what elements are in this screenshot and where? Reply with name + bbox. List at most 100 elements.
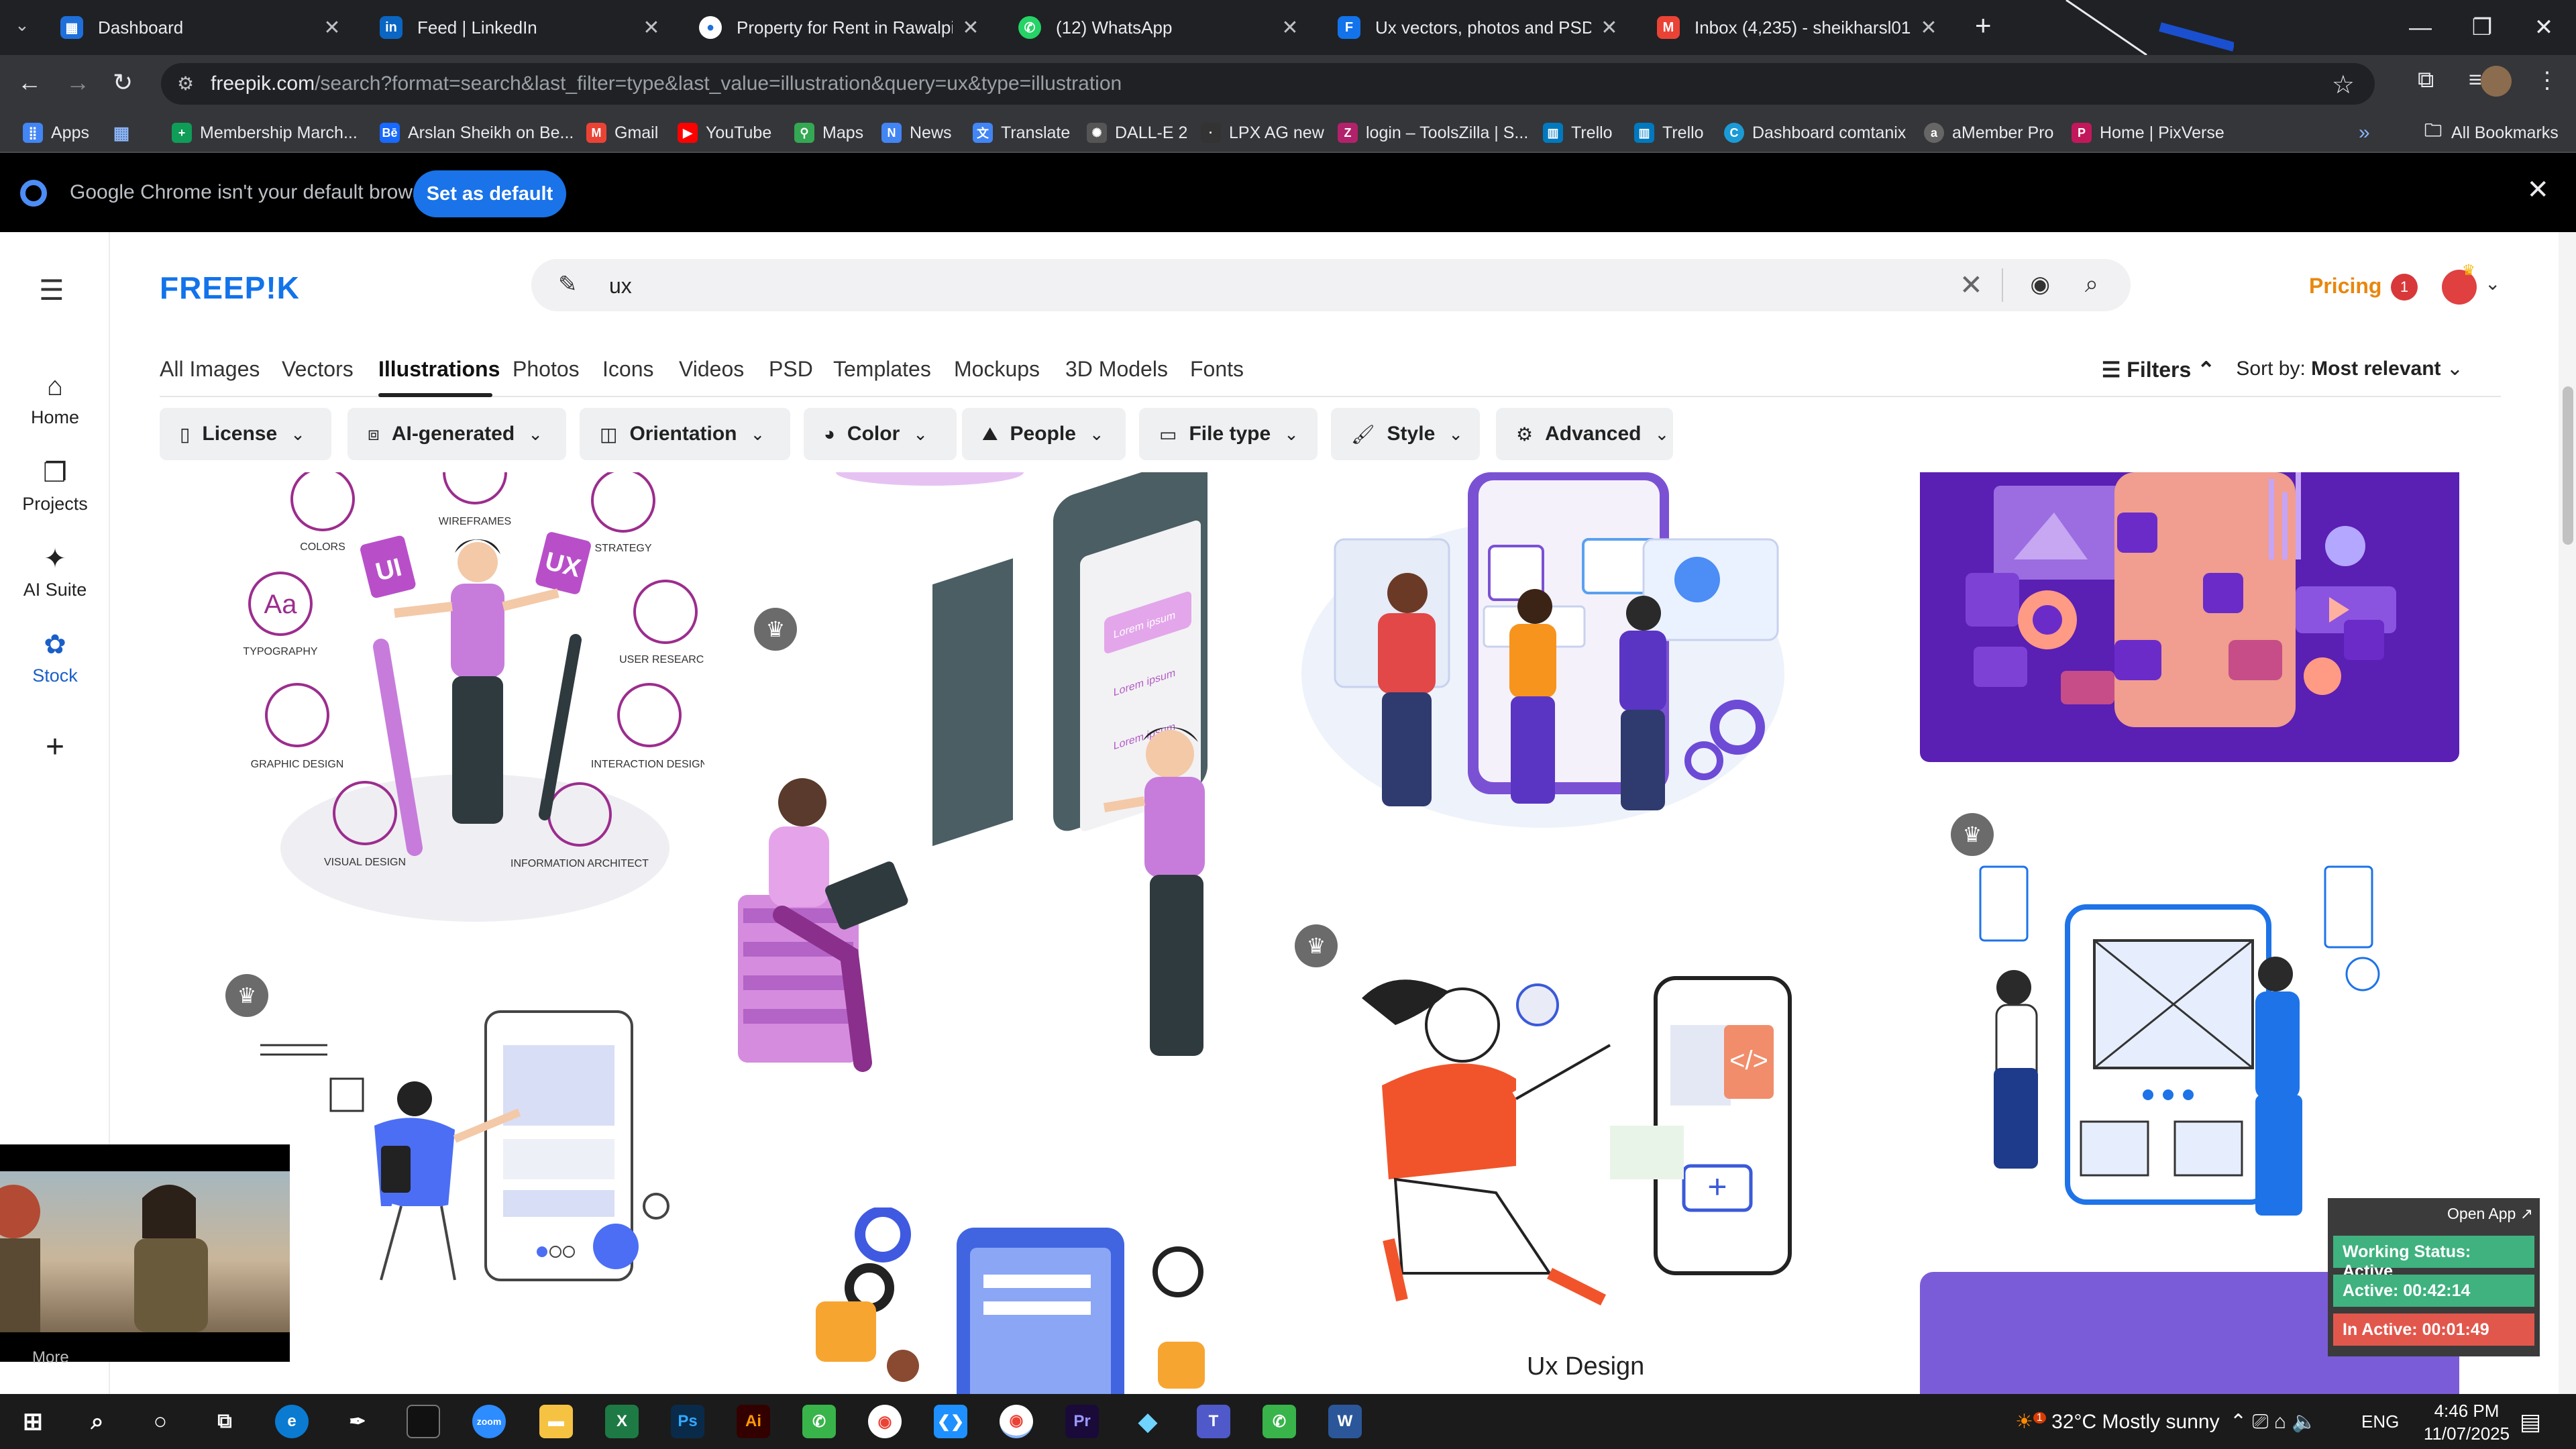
language-indicator[interactable]: ENG [2361, 1411, 2399, 1432]
bookmark-pixverse[interactable]: P Home | PixVerse [2072, 121, 2224, 145]
browser-tab-whatsapp[interactable]: ✆ (12) WhatsApp ✕ [1005, 7, 1313, 48]
premiere-icon[interactable]: Pr [1065, 1405, 1099, 1438]
bookmark-lpx[interactable]: · LPX AG new [1201, 121, 1324, 145]
chrome-active-icon[interactable]: ◉ [1000, 1405, 1033, 1438]
result-card-ux-design[interactable]: </> + ♛ Ux Design [1295, 924, 1825, 1394]
chip-color[interactable]: ◕ Color ⌄ [804, 408, 957, 460]
chrome-icon[interactable]: ◉ [868, 1405, 902, 1438]
bookmark-apps[interactable]: ⣿ Apps [23, 121, 89, 145]
clock[interactable]: 4:46 PM 11/07/2025 [2423, 1399, 2510, 1445]
chip-advanced[interactable]: ⚙ Advanced ⌄ [1496, 408, 1673, 460]
bookmark-behance[interactable]: Bē Arslan Sheikh on Be... [380, 121, 574, 145]
bookmark-star-icon[interactable]: ☆ [2332, 70, 2355, 100]
chip-orientation[interactable]: ◫ Orientation ⌄ [580, 408, 790, 460]
notification-badge[interactable]: 1 [2391, 274, 2418, 301]
chip-file-type[interactable]: ▭ File type ⌄ [1139, 408, 1318, 460]
image-type-icon[interactable]: ✎ [558, 271, 578, 298]
bookmark-maps[interactable]: ⚲ Maps [794, 121, 863, 145]
video-more-label[interactable]: More [32, 1348, 69, 1367]
freepik-logo[interactable]: FREEP!K [160, 270, 300, 306]
set-as-default-button[interactable]: Set as default [413, 170, 566, 217]
site-info-icon[interactable]: ⚙ [177, 72, 194, 95]
filters-toggle-button[interactable]: ☰ Filters ⌃ [2102, 357, 2215, 382]
search-input[interactable]: ux [609, 274, 632, 299]
pricing-link[interactable]: Pricing [2309, 274, 2381, 299]
browser-tab-gmail[interactable]: M Inbox (4,235) - sheikharsl01@gmail.com… [1644, 7, 1952, 48]
extensions-icon[interactable]: ⧉ [2418, 67, 2434, 93]
sidebar-item-projects[interactable]: ❐ Projects [0, 458, 110, 515]
browser-tab-freepik[interactable]: F Ux vectors, photos and PSD files ✕ [1324, 7, 1633, 48]
bookmark-trello-1[interactable]: ▥ Trello [1543, 121, 1613, 145]
minimize-window-icon[interactable]: — [2390, 0, 2451, 55]
tab-icons[interactable]: Icons [602, 357, 653, 382]
result-card-gears-app[interactable] [729, 1208, 1272, 1394]
camera-search-icon[interactable]: ◉ [2030, 271, 2050, 298]
sidebar-add-button[interactable]: + [0, 729, 110, 765]
tab-all-images[interactable]: All Images [160, 357, 260, 382]
floating-video-player[interactable] [0, 1144, 290, 1362]
page-scrollbar[interactable] [2559, 232, 2576, 1394]
restore-window-icon[interactable]: ❐ [2451, 0, 2513, 55]
chrome-menu-icon[interactable]: ⋮ [2536, 67, 2559, 94]
zoom-icon[interactable]: zoom [472, 1405, 506, 1438]
chip-license[interactable]: ▯ License ⌄ [160, 408, 331, 460]
bookmark-gmail[interactable]: M Gmail [586, 121, 658, 145]
bookmark-dalle[interactable]: ✺ DALL-E 2 [1087, 121, 1187, 145]
tab-fonts[interactable]: Fonts [1190, 357, 1244, 382]
tab-3d-models[interactable]: 3D Models [1065, 357, 1168, 382]
tab-mockups[interactable]: Mockups [954, 357, 1040, 382]
bookmark-news[interactable]: N News [881, 121, 952, 145]
clear-search-icon[interactable]: ✕ [1960, 268, 1983, 301]
hamburger-menu-icon[interactable]: ☰ [39, 274, 64, 307]
close-tab-icon[interactable]: ✕ [1280, 16, 1300, 40]
sidebar-item-home[interactable]: ⌂ Home [0, 372, 110, 428]
tab-search-icon[interactable]: ⌄ [15, 15, 30, 36]
media-controls-icon[interactable]: ≡ [2469, 67, 2482, 93]
bookmark-toolszilla[interactable]: Zlogin – ToolsZilla | S... [1338, 121, 1528, 145]
task-view-icon[interactable]: ⧉ [208, 1405, 241, 1438]
close-tab-icon[interactable]: ✕ [322, 16, 342, 40]
tab-psd[interactable]: PSD [769, 357, 813, 382]
bookmark-amember[interactable]: a aMember Pro [1924, 121, 2053, 145]
pen-tool-icon[interactable]: ✒ [341, 1405, 374, 1438]
close-tab-icon[interactable]: ✕ [1599, 16, 1619, 40]
terminal-icon[interactable] [407, 1405, 440, 1438]
address-bar[interactable]: ⚙ freepik.com/search?format=search&last_… [161, 63, 2375, 105]
phone-app-2-icon[interactable]: ✆ [1263, 1405, 1296, 1438]
sort-dropdown[interactable]: Sort by: Most relevant ⌄ [2236, 357, 2463, 380]
all-bookmarks-folder[interactable]: 🗀 All Bookmarks [2423, 120, 2559, 145]
scrollbar-thumb[interactable] [2563, 386, 2573, 545]
close-tab-icon[interactable]: ✕ [641, 16, 661, 40]
close-infobar-icon[interactable]: ✕ [2526, 174, 2549, 205]
notification-center-icon[interactable]: ▤ [2520, 1409, 2541, 1436]
tab-templates[interactable]: Templates [833, 357, 931, 382]
result-card-purple-dashboard[interactable] [1920, 472, 2459, 762]
result-card-uiux-woman[interactable]: COLORS WIREFRAMES STRATEGY TYPOGRAPHY US… [160, 472, 704, 935]
bookmark-membership[interactable]: + Membership March... [172, 121, 358, 145]
open-app-link[interactable]: Open App ↗ [2447, 1205, 2533, 1223]
tab-photos[interactable]: Photos [513, 357, 580, 382]
result-card-wireframe-team[interactable]: ♛ [1920, 813, 2459, 1242]
close-tab-icon[interactable]: ✕ [961, 16, 981, 40]
close-window-icon[interactable]: ✕ [2513, 0, 2575, 55]
bookmark-comtanix[interactable]: C Dashboard comtanix [1724, 121, 1906, 145]
word-icon[interactable]: W [1328, 1405, 1362, 1438]
reload-icon[interactable]: ↻ [113, 68, 133, 97]
tab-videos[interactable]: Videos [679, 357, 744, 382]
chevron-down-icon[interactable]: ⌄ [2485, 272, 2500, 294]
search-icon[interactable]: ⌕ [2085, 270, 2098, 299]
browser-tab-linkedin[interactable]: in Feed | LinkedIn ✕ [366, 7, 675, 48]
teams-icon[interactable]: T [1197, 1405, 1230, 1438]
search-bar[interactable]: ✎ ux ✕ ◉ ⌕ [531, 259, 2131, 311]
illustrator-icon[interactable]: Ai [737, 1405, 770, 1438]
bookmark-grid[interactable]: ▦ [111, 121, 140, 145]
search-icon[interactable]: ⌕ [80, 1405, 114, 1438]
chip-style[interactable]: 🖌 Style ⌄ [1331, 408, 1480, 460]
photoshop-icon[interactable]: Ps [671, 1405, 704, 1438]
weather-widget[interactable]: ☀ 1 32°C Mostly sunny [2015, 1410, 2220, 1434]
profile-avatar[interactable] [2481, 66, 2512, 97]
browser-tab-property[interactable]: ● Property for Rent in Rawalpindi ✕ [686, 7, 994, 48]
bookmark-translate[interactable]: 文 Translate [973, 121, 1070, 145]
vscode-icon[interactable]: ❮❯ [934, 1405, 967, 1438]
file-explorer-icon[interactable]: ▬ [539, 1405, 573, 1438]
